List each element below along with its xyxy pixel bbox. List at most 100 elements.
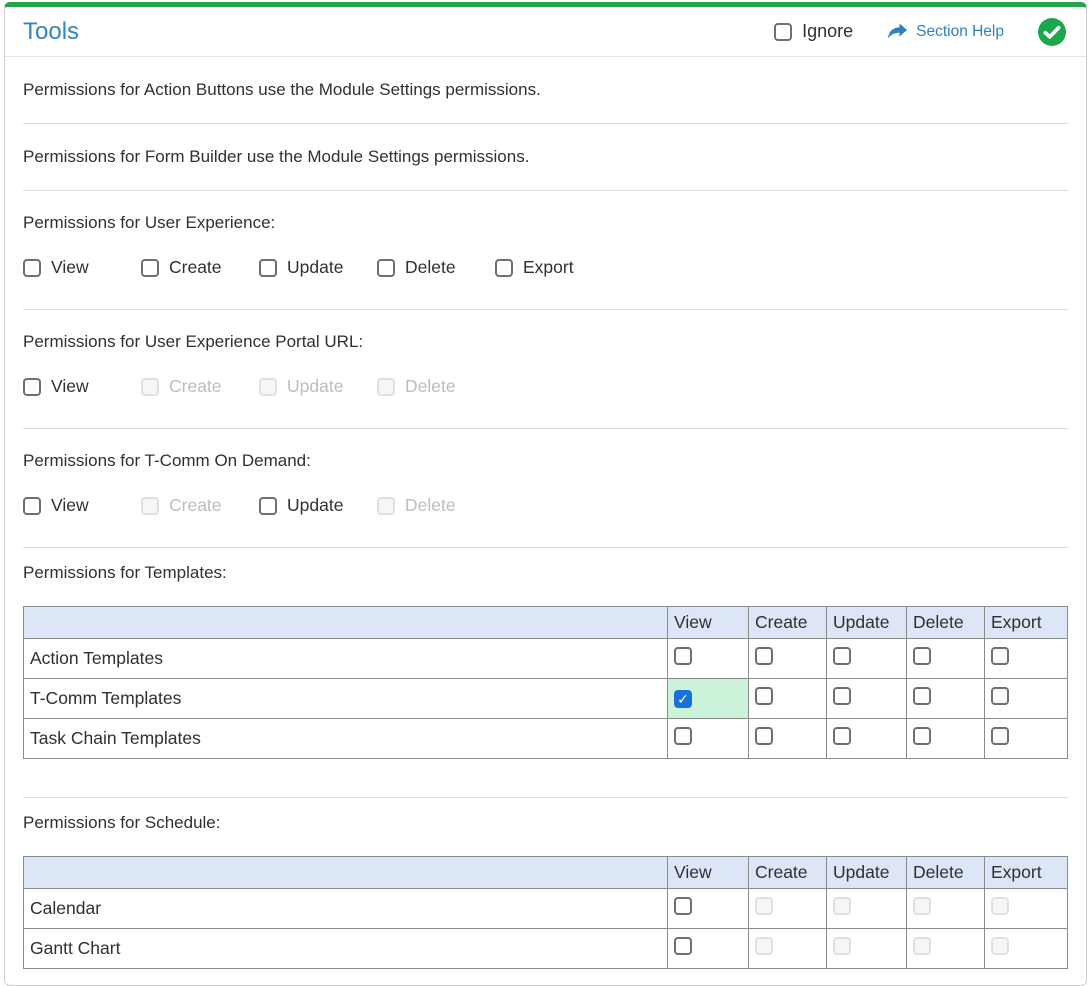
delete-checkbox [377, 497, 395, 515]
row-label: T-Comm Templates [24, 679, 668, 719]
view-checkbox[interactable] [674, 647, 692, 665]
section-help-label: Section Help [916, 23, 1004, 41]
table-header-row: View Create Update Delete Export [24, 607, 1068, 639]
checkbox-label: Update [287, 257, 343, 278]
cell-export [985, 719, 1068, 759]
delete-checkbox [913, 897, 931, 915]
header-actions: Ignore Section Help [774, 18, 1066, 46]
section-help-link[interactable]: Section Help [887, 23, 1004, 41]
cell-view [668, 929, 749, 969]
cell-create [749, 639, 827, 679]
checkbox-label: Export [523, 257, 574, 278]
permission-checkbox-row: View Create Update Delete Export [23, 257, 1068, 278]
column-header-update: Update [827, 857, 907, 889]
cell-view [668, 679, 749, 719]
update-checkbox[interactable] [259, 497, 277, 515]
create-checkbox[interactable] [755, 727, 773, 745]
cell-view [668, 889, 749, 929]
column-header-delete: Delete [907, 607, 985, 639]
table-corner-cell [24, 857, 668, 889]
cell-delete [907, 889, 985, 929]
view-checkbox[interactable] [23, 497, 41, 515]
cell-export [985, 889, 1068, 929]
view-checkbox[interactable] [674, 690, 692, 708]
view-checkbox[interactable] [674, 937, 692, 955]
checkbox-label: Create [169, 495, 222, 516]
create-checkbox[interactable] [755, 687, 773, 705]
column-header-view: View [668, 607, 749, 639]
update-checkbox[interactable] [259, 259, 277, 277]
cell-create [749, 889, 827, 929]
view-checkbox[interactable] [674, 727, 692, 745]
checkbox-label: Update [287, 495, 343, 516]
cell-update [827, 929, 907, 969]
cell-delete [907, 929, 985, 969]
checkbox-label: Update [287, 376, 343, 397]
export-checkbox[interactable] [991, 647, 1009, 665]
section-heading: Permissions for T-Comm On Demand: [23, 451, 1068, 471]
view-checkbox[interactable] [23, 259, 41, 277]
panel-header: Tools Ignore Section Help [5, 7, 1086, 57]
view-checkbox[interactable] [23, 378, 41, 396]
checkbox-label: Delete [405, 257, 456, 278]
create-checkbox[interactable] [755, 647, 773, 665]
checkbox-label: Create [169, 257, 222, 278]
cell-delete [907, 679, 985, 719]
column-header-delete: Delete [907, 857, 985, 889]
cell-export [985, 639, 1068, 679]
permission-option-update: Update [259, 257, 377, 278]
cell-delete [907, 719, 985, 759]
permission-option-create: Create [141, 495, 259, 516]
checkbox-label: View [51, 376, 89, 397]
permission-option-update: Update [259, 495, 377, 516]
table-row-gantt-chart: Gantt Chart [24, 929, 1068, 969]
note-form-builder: Permissions for Form Builder use the Mod… [5, 124, 1086, 190]
section-user-experience-portal-url: Permissions for User Experience Portal U… [5, 310, 1086, 428]
column-header-export: Export [985, 857, 1068, 889]
update-checkbox [833, 937, 851, 955]
column-header-export: Export [985, 607, 1068, 639]
delete-checkbox[interactable] [913, 647, 931, 665]
table-row-action-templates: Action Templates [24, 639, 1068, 679]
row-label: Gantt Chart [24, 929, 668, 969]
cell-create [749, 719, 827, 759]
create-checkbox[interactable] [141, 259, 159, 277]
export-checkbox[interactable] [495, 259, 513, 277]
table-corner-cell [24, 607, 668, 639]
section-user-experience: Permissions for User Experience: View Cr… [5, 191, 1086, 309]
export-checkbox [991, 897, 1009, 915]
cell-export [985, 929, 1068, 969]
table-row-calendar: Calendar [24, 889, 1068, 929]
update-checkbox[interactable] [833, 727, 851, 745]
section-heading: Permissions for User Experience: [23, 213, 1068, 233]
update-checkbox [833, 897, 851, 915]
create-checkbox [141, 378, 159, 396]
view-checkbox[interactable] [674, 897, 692, 915]
permission-option-update: Update [259, 376, 377, 397]
section-heading: Permissions for User Experience Portal U… [23, 332, 1068, 352]
ignore-checkbox[interactable] [774, 23, 792, 41]
export-checkbox[interactable] [991, 687, 1009, 705]
table-header-row: View Create Update Delete Export [24, 857, 1068, 889]
update-checkbox[interactable] [833, 647, 851, 665]
update-checkbox[interactable] [833, 687, 851, 705]
row-label: Action Templates [24, 639, 668, 679]
checkbox-label: View [51, 495, 89, 516]
section-complete-check-icon [1038, 18, 1066, 46]
create-checkbox [141, 497, 159, 515]
delete-checkbox[interactable] [913, 727, 931, 745]
delete-checkbox[interactable] [913, 687, 931, 705]
permission-option-view: View [23, 495, 141, 516]
permission-checkbox-row: View Create Update Delete [23, 376, 1068, 397]
section-tcomm-on-demand: Permissions for T-Comm On Demand: View C… [5, 429, 1086, 547]
cell-update [827, 639, 907, 679]
cell-view [668, 719, 749, 759]
cell-create [749, 929, 827, 969]
cell-delete [907, 639, 985, 679]
delete-checkbox[interactable] [377, 259, 395, 277]
permission-option-export: Export [495, 257, 613, 278]
ignore-option: Ignore [774, 21, 853, 42]
export-checkbox[interactable] [991, 727, 1009, 745]
delete-checkbox [377, 378, 395, 396]
permission-option-create: Create [141, 376, 259, 397]
